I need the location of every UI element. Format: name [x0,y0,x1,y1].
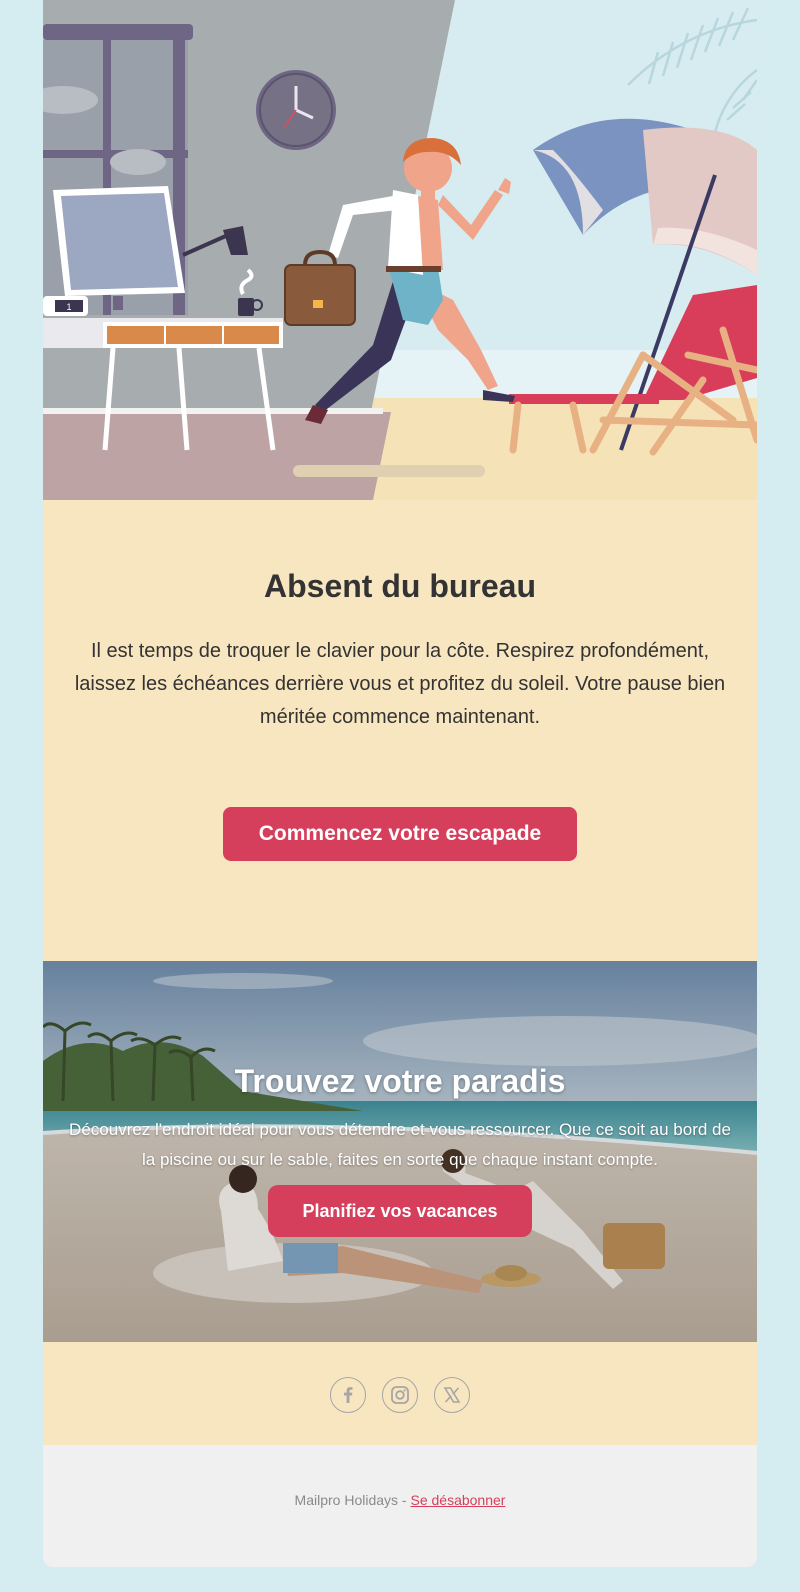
footer: Mailpro Holidays - Se désabonner [43,1445,757,1567]
wall-clock-icon [256,70,336,150]
hero-illustration: 1 [43,0,757,500]
plan-vacation-button[interactable]: Planifiez vos vacances [268,1185,532,1237]
unsubscribe-link[interactable]: Se désabonner [410,1492,505,1508]
social-links [43,1342,757,1445]
start-getaway-button[interactable]: Commencez votre escapade [223,807,577,861]
instagram-icon[interactable] [382,1377,418,1413]
intro-body: Il est temps de troquer le clavier pour … [74,640,726,728]
facebook-icon[interactable] [330,1377,366,1413]
promo-title: Trouvez votre paradis [234,1063,566,1099]
email-container: 1 Absent du bureau Il est temps de troqu… [43,0,757,1567]
office-to-beach-illustration: 1 [43,0,757,500]
intro-section: Absent du bureau Il est temps de troquer… [43,500,757,961]
desk-clock-text: 1 [66,302,71,312]
promo-section: Trouvez votre paradis Découvrez l'endroi… [43,961,757,1342]
sender-name: Mailpro Holidays [294,1492,399,1508]
footer-line: Mailpro Holidays - Se désabonner [43,1492,757,1508]
x-icon[interactable] [434,1377,470,1413]
promo-body: Découvrez l'endroit idéal pour vous déte… [69,1120,731,1169]
footer-separator: - [398,1492,411,1508]
intro-title: Absent du bureau [263,568,536,604]
